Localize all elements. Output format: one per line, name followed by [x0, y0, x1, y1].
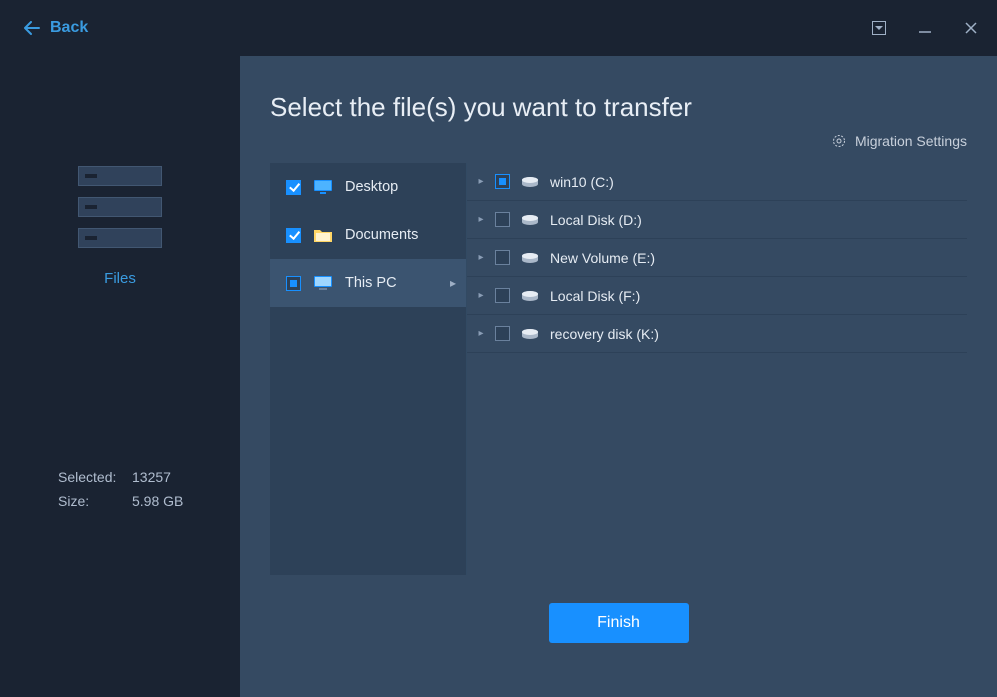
drive-label: Local Disk (F:) — [550, 288, 640, 304]
checkbox[interactable] — [495, 288, 510, 303]
checkbox[interactable] — [495, 174, 510, 189]
titlebar: Back — [0, 0, 997, 56]
sidebar-label: Files — [104, 270, 136, 287]
disk-icon — [520, 288, 540, 304]
drive-row[interactable]: ▸ Local Disk (D:) — [467, 201, 967, 239]
drive-row[interactable]: ▸ win10 (C:) — [467, 163, 967, 201]
disk-icon — [520, 212, 540, 228]
minimize-button[interactable] — [911, 14, 939, 42]
expand-icon[interactable]: ▸ — [477, 290, 485, 301]
dropdown-button[interactable] — [865, 14, 893, 42]
gear-icon — [831, 133, 847, 149]
expand-icon[interactable]: ▸ — [477, 176, 485, 187]
category-label: This PC — [345, 275, 397, 291]
footer: Finish — [270, 603, 967, 643]
content: Select the file(s) you want to transfer … — [240, 56, 997, 697]
checkbox[interactable] — [286, 180, 301, 195]
window-controls — [865, 14, 985, 42]
category-label: Desktop — [345, 179, 398, 195]
expand-icon[interactable]: ▸ — [477, 328, 485, 339]
expand-icon[interactable]: ▸ — [477, 214, 485, 225]
selected-label: Selected: — [58, 469, 122, 485]
back-label: Back — [50, 19, 88, 37]
page-title: Select the file(s) you want to transfer — [270, 92, 967, 123]
sidebar: Files Selected: 13257 Size: 5.98 GB — [0, 56, 240, 697]
drive-label: New Volume (E:) — [550, 250, 655, 266]
finish-label: Finish — [597, 614, 640, 632]
categories-panel: Desktop Documents This PC ▸ — [270, 163, 467, 575]
chevron-right-icon: ▸ — [450, 276, 456, 290]
selected-value: 13257 — [132, 469, 171, 485]
desktop-icon — [313, 179, 333, 195]
category-row-desktop[interactable]: Desktop — [270, 163, 466, 211]
pc-icon — [313, 275, 333, 291]
drive-row[interactable]: ▸ New Volume (E:) — [467, 239, 967, 277]
drive-label: Local Disk (D:) — [550, 212, 642, 228]
migration-settings-button[interactable]: Migration Settings — [270, 133, 967, 149]
disk-icon — [520, 326, 540, 342]
checkbox[interactable] — [286, 276, 301, 291]
drive-label: win10 (C:) — [550, 174, 614, 190]
panels: Desktop Documents This PC ▸ ▸ win10 (C:) ▸ Loc… — [270, 163, 967, 575]
stats: Selected: 13257 Size: 5.98 GB — [0, 469, 240, 517]
checkbox[interactable] — [286, 228, 301, 243]
category-row-this-pc[interactable]: This PC ▸ — [270, 259, 466, 307]
drive-row[interactable]: ▸ recovery disk (K:) — [467, 315, 967, 353]
category-row-documents[interactable]: Documents — [270, 211, 466, 259]
category-label: Documents — [345, 227, 418, 243]
folder-icon — [313, 227, 333, 243]
disk-icon — [520, 250, 540, 266]
close-button[interactable] — [957, 14, 985, 42]
checkbox[interactable] — [495, 326, 510, 341]
drives-panel: ▸ win10 (C:) ▸ Local Disk (D:) ▸ New Volume (… — [467, 163, 967, 575]
size-label: Size: — [58, 493, 122, 509]
migration-settings-label: Migration Settings — [855, 133, 967, 149]
checkbox[interactable] — [495, 250, 510, 265]
files-icon — [78, 166, 162, 248]
drive-row[interactable]: ▸ Local Disk (F:) — [467, 277, 967, 315]
expand-icon[interactable]: ▸ — [477, 252, 485, 263]
back-arrow-icon — [24, 21, 40, 35]
disk-icon — [520, 174, 540, 190]
checkbox[interactable] — [495, 212, 510, 227]
size-value: 5.98 GB — [132, 493, 183, 509]
finish-button[interactable]: Finish — [549, 603, 689, 643]
back-button[interactable]: Back — [24, 19, 88, 37]
drive-label: recovery disk (K:) — [550, 326, 659, 342]
main: Files Selected: 13257 Size: 5.98 GB Sele… — [0, 56, 997, 697]
